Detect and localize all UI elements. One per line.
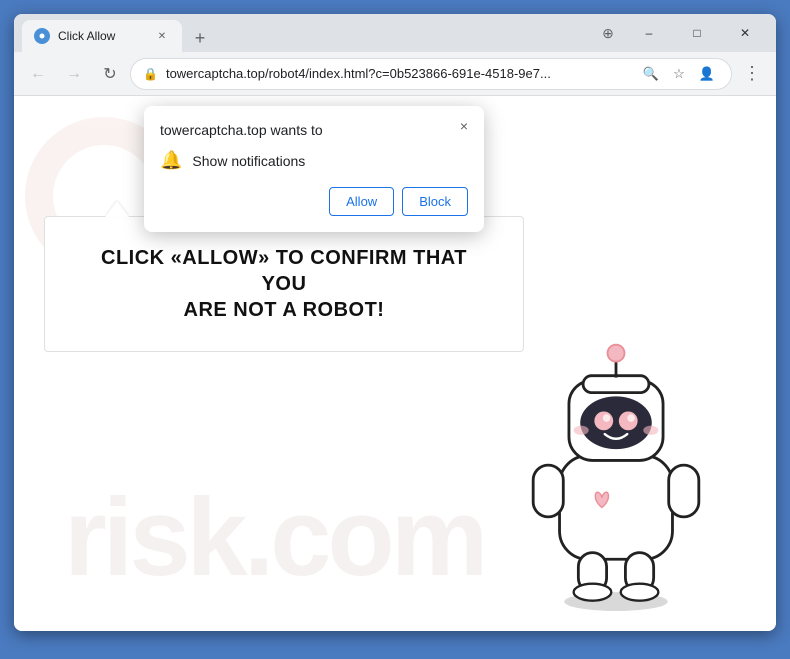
tab-bar: Click Allow ✕ + — [22, 14, 592, 52]
page-content: risk.com × towercaptcha.top wants to 🔔 S… — [14, 96, 776, 631]
title-bar-right: ⊕ – □ ✕ — [592, 14, 768, 52]
allow-button[interactable]: Allow — [329, 187, 394, 216]
minimize-button[interactable]: – — [626, 14, 672, 52]
watermark-text: risk.com — [64, 474, 484, 601]
message-line1: CLICK «ALLOW» TO CONFIRM THAT YOU — [101, 247, 467, 295]
popup-permission: 🔔 Show notifications — [160, 150, 468, 171]
nav-bar: ← → ↻ 🔒 towercaptcha.top/robot4/index.ht… — [14, 52, 776, 96]
url-text: towercaptcha.top/robot4/index.html?c=0b5… — [166, 66, 631, 81]
back-button[interactable]: ← — [22, 58, 54, 90]
new-tab-button[interactable]: + — [186, 24, 214, 52]
reload-button[interactable]: ↻ — [94, 58, 126, 90]
message-text: CLICK «ALLOW» TO CONFIRM THAT YOU ARE NO… — [77, 245, 491, 323]
popup-title: towercaptcha.top wants to — [160, 122, 468, 138]
title-bar: Click Allow ✕ + ⊕ – □ ✕ — [14, 14, 776, 52]
message-line2: ARE NOT A ROBOT! — [184, 299, 385, 321]
page-message: CLICK «ALLOW» TO CONFIRM THAT YOU ARE NO… — [44, 216, 524, 352]
browser-window: Click Allow ✕ + ⊕ – □ ✕ ← → ↻ 🔒 towercap… — [14, 14, 776, 631]
address-bar[interactable]: 🔒 towercaptcha.top/robot4/index.html?c=0… — [130, 58, 732, 90]
forward-button[interactable]: → — [58, 58, 90, 90]
popup-buttons: Allow Block — [160, 187, 468, 216]
robot-svg — [486, 291, 746, 611]
menu-icon[interactable]: ⋮ — [736, 58, 768, 90]
close-button[interactable]: ✕ — [722, 14, 768, 52]
notification-popup: × towercaptcha.top wants to 🔔 Show notif… — [144, 106, 484, 232]
tab-close-button[interactable]: ✕ — [154, 28, 170, 44]
nav-right: ⋮ — [736, 58, 768, 90]
tab-title: Click Allow — [58, 29, 146, 43]
robot-illustration — [486, 291, 746, 611]
active-tab[interactable]: Click Allow ✕ — [22, 20, 182, 52]
search-icon[interactable]: 🔍 — [639, 62, 663, 86]
block-button[interactable]: Block — [402, 187, 468, 216]
maximize-button[interactable]: □ — [674, 14, 720, 52]
bell-icon: 🔔 — [160, 150, 182, 171]
popup-close-button[interactable]: × — [452, 114, 476, 138]
account-icon[interactable]: 👤 — [695, 62, 719, 86]
address-bar-icons: 🔍 ☆ 👤 — [639, 62, 719, 86]
tab-favicon — [34, 28, 50, 44]
lock-icon: 🔒 — [143, 67, 158, 81]
profile-icon[interactable]: ⊕ — [592, 17, 624, 49]
bookmark-icon[interactable]: ☆ — [667, 62, 691, 86]
permission-text: Show notifications — [192, 153, 305, 169]
